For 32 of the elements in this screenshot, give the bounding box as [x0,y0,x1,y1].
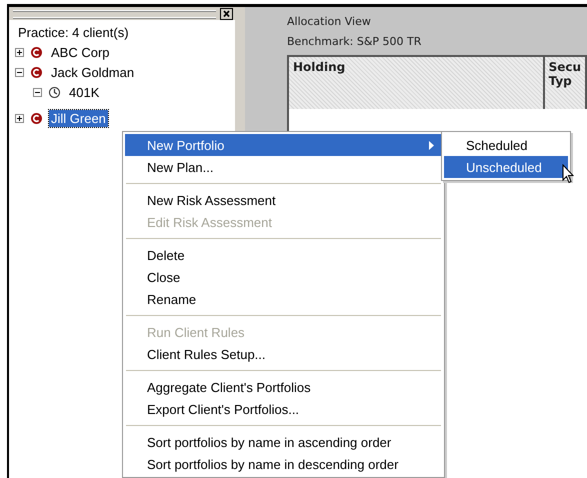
menu-item[interactable]: Close [125,266,442,288]
tree-item[interactable]: Jill Green [49,110,108,126]
client-icon [30,112,43,124]
menu-item[interactable]: Export Client's Portfolios... [125,398,442,420]
client-icon [30,66,43,78]
column-header[interactable]: Secu Typ [544,57,587,109]
menu-item[interactable]: Rename [125,288,442,310]
menu-item[interactable]: Sort portfolios by name in descending order [125,453,442,475]
menu-item[interactable]: Delete [125,244,442,266]
menu-item[interactable]: Unscheduled [444,156,568,178]
drag-handle[interactable] [13,10,216,18]
menu-item[interactable]: New Portfolio [125,134,442,156]
menu-item[interactable]: New Risk Assessment [125,189,442,211]
menu-item[interactable]: Sort portfolios by name in ascending order [125,431,442,453]
menu-item[interactable]: Aggregate Client's Portfolios [125,376,442,398]
collapse-icon[interactable] [33,88,42,96]
menu-item[interactable]: Scheduled [444,134,568,156]
tree-item[interactable]: 401K [67,84,102,100]
menu-item[interactable]: New Plan... [125,156,442,178]
column-header[interactable]: Holding [289,57,545,109]
tree-item[interactable]: Jack Goldman [49,64,136,80]
menu-item[interactable]: Client Rules Setup... [125,343,442,365]
view-title: Allocation View [287,15,372,30]
tree-title: Practice: 4 client(s) [17,24,130,42]
expand-icon[interactable] [15,114,24,122]
collapse-icon[interactable] [15,68,24,76]
close-icon[interactable] [220,8,233,20]
benchmark-label: Benchmark: S&P 500 TR [287,35,422,50]
expand-icon[interactable] [15,48,24,56]
clock-icon [48,86,61,98]
client-icon [30,46,43,58]
tree-item[interactable]: ABC Corp [49,44,112,60]
